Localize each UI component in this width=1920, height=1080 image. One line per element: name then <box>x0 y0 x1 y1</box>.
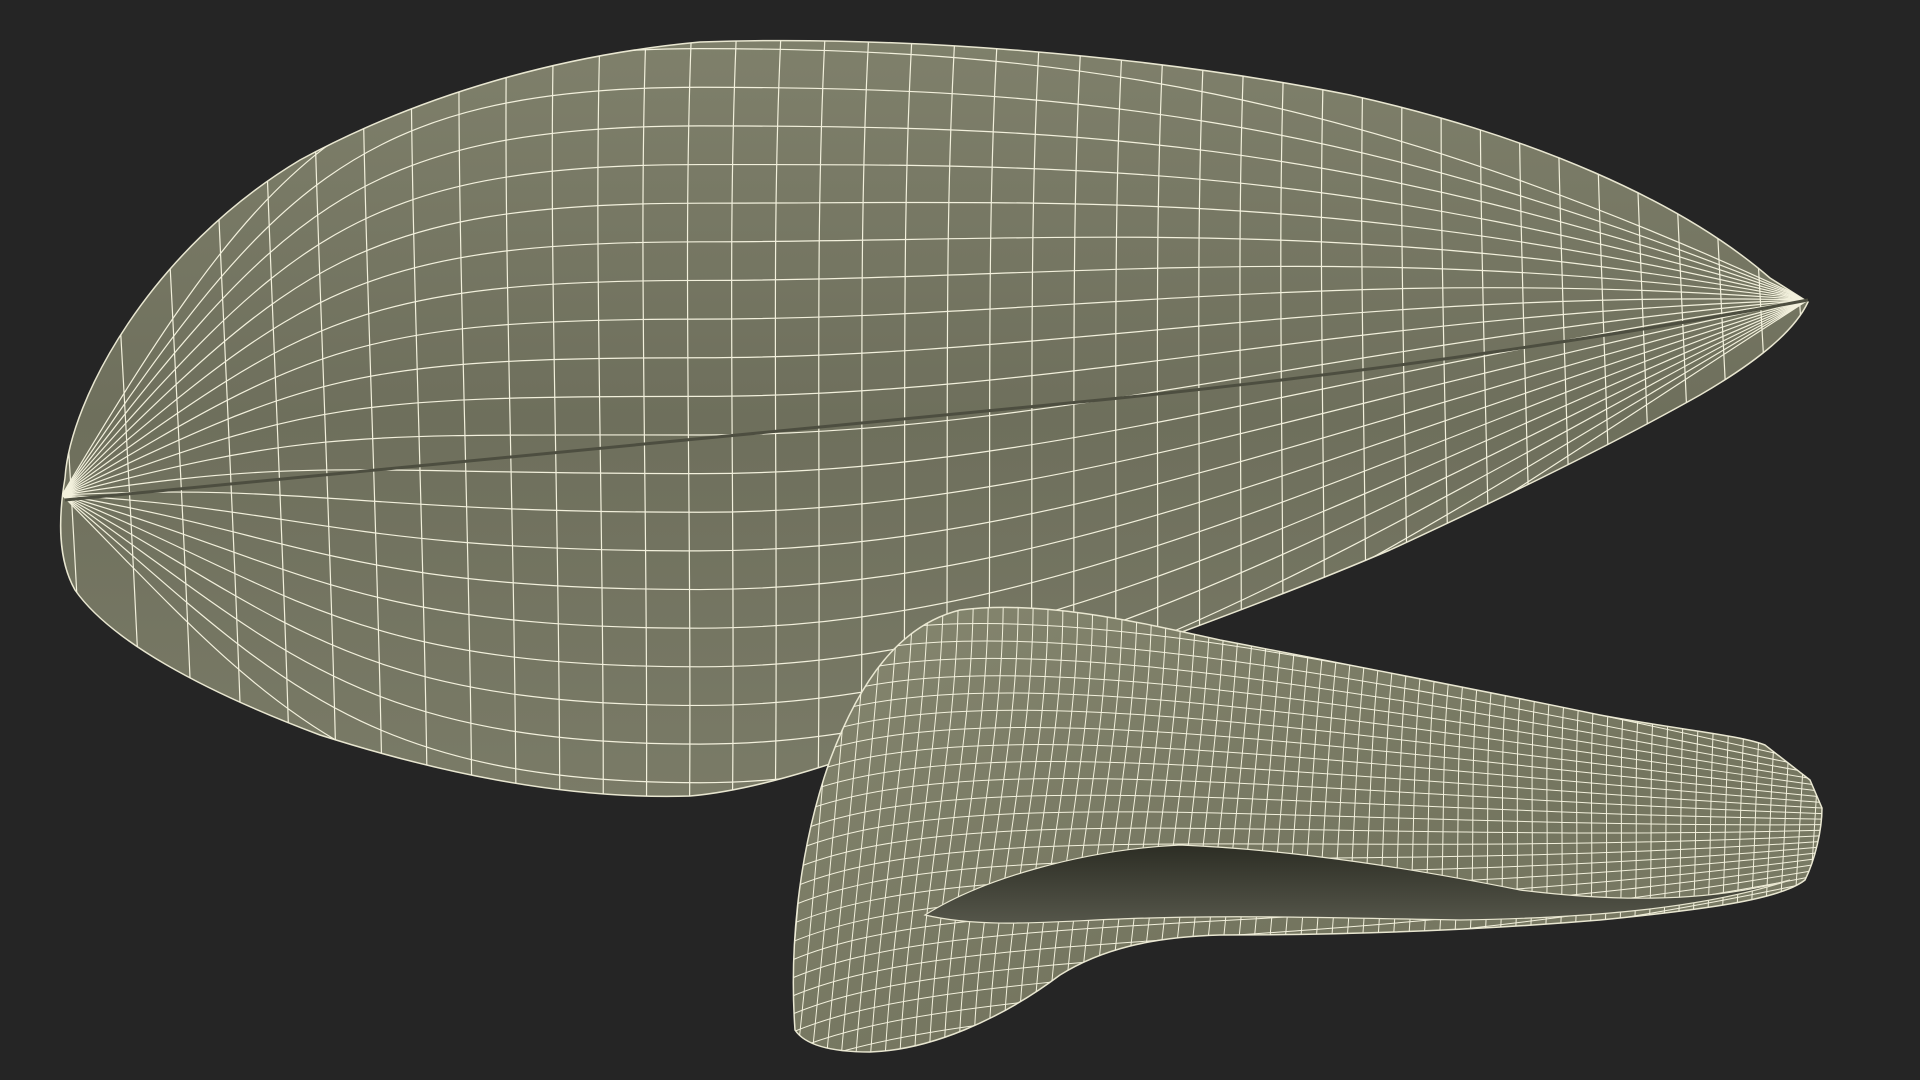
3d-viewport[interactable] <box>0 0 1920 1080</box>
viewport-canvas <box>0 0 1920 1080</box>
